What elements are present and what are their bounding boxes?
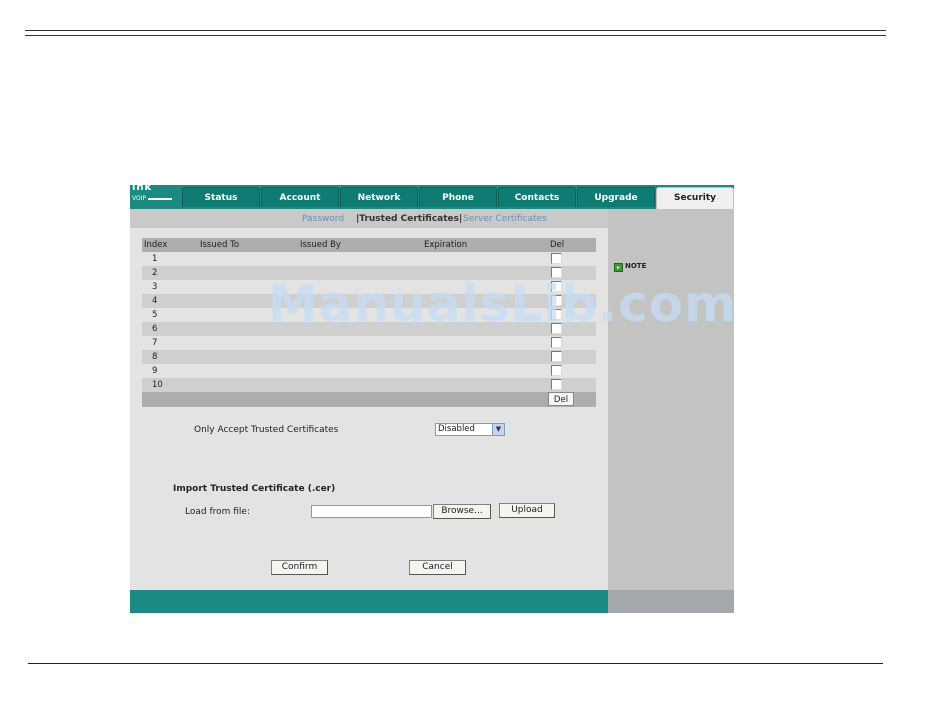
note-heading: ▸ NOTE: [614, 262, 646, 272]
phone-web-ui-screenshot: ink VOIP Status Account Network Phone Co…: [130, 185, 734, 613]
page-rule-top: [25, 30, 886, 31]
subnav-password-link[interactable]: Password: [302, 214, 344, 224]
import-section-title: Import Trusted Certificate (.cer): [173, 484, 336, 494]
column-header-index: Index: [144, 240, 168, 250]
column-header-expiration: Expiration: [424, 240, 468, 250]
chevron-down-icon[interactable]: ▼: [492, 424, 504, 435]
certificate-file-input[interactable]: [311, 505, 432, 518]
confirm-button[interactable]: Confirm: [271, 560, 328, 575]
tab-account[interactable]: Account: [261, 187, 339, 207]
column-header-issued-by: Issued By: [300, 240, 341, 250]
table-row: 9: [142, 364, 596, 378]
column-header-del: Del: [550, 240, 565, 250]
tab-network[interactable]: Network: [340, 187, 418, 207]
table-footer: Del: [142, 392, 596, 407]
delete-checkbox[interactable]: [551, 365, 562, 376]
security-subnav: Password |Trusted Certificates| Server C…: [130, 209, 608, 228]
top-nav-bar: ink VOIP Status Account Network Phone Co…: [130, 185, 734, 209]
tab-contacts[interactable]: Contacts: [498, 187, 576, 207]
help-side-panel: ▸ NOTE: [608, 209, 734, 613]
delete-button[interactable]: Del: [548, 392, 574, 406]
delete-checkbox[interactable]: [551, 351, 562, 362]
table-row: 10: [142, 378, 596, 392]
table-row: 7: [142, 336, 596, 350]
table-row: 1: [142, 252, 596, 266]
subnav-trusted-certificates[interactable]: |Trusted Certificates|: [356, 214, 462, 224]
trusted-only-label: Only Accept Trusted Certificates: [194, 425, 339, 435]
table-row: 8: [142, 350, 596, 364]
trusted-only-select[interactable]: Disabled ▼: [435, 423, 505, 436]
load-from-file-label: Load from file:: [185, 507, 250, 517]
brand-logo: ink VOIP: [130, 185, 182, 209]
note-arrow-icon: ▸: [614, 263, 623, 272]
footer-bar: [130, 590, 608, 613]
footer-side-bar: [608, 590, 734, 613]
page-rule-top-second: [25, 35, 886, 36]
tab-upgrade[interactable]: Upgrade: [577, 187, 655, 207]
trusted-only-selected-value: Disabled: [438, 424, 475, 434]
tab-security[interactable]: Security: [656, 187, 734, 209]
delete-checkbox[interactable]: [551, 337, 562, 348]
page-rule-bottom: [28, 663, 883, 664]
tab-status[interactable]: Status: [182, 187, 260, 207]
cancel-button[interactable]: Cancel: [409, 560, 466, 575]
table-header: Index Issued To Issued By Expiration Del: [142, 238, 596, 252]
tab-phone[interactable]: Phone: [419, 187, 497, 207]
upload-button[interactable]: Upload: [499, 503, 555, 518]
delete-checkbox[interactable]: [551, 253, 562, 264]
delete-checkbox[interactable]: [551, 379, 562, 390]
browse-button[interactable]: Browse...: [433, 504, 491, 519]
column-header-issued-to: Issued To: [200, 240, 240, 250]
manualslib-watermark: ManualsLib.com: [268, 275, 738, 333]
subnav-server-certificates-link[interactable]: Server Certificates: [463, 214, 547, 224]
